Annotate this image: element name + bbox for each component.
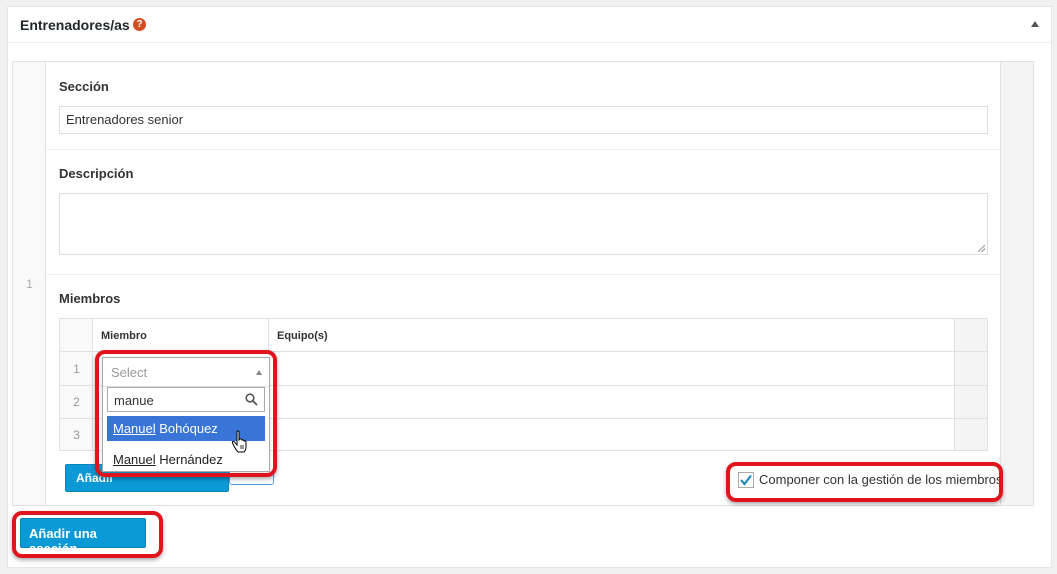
column-header-team: Equipo(s) <box>277 330 328 342</box>
table-row-number: 1 <box>73 362 80 376</box>
section-label: Sección <box>59 79 109 94</box>
table-row-number: 2 <box>73 395 80 409</box>
panel-title: Entrenadores/as <box>20 17 130 33</box>
question-circle-icon[interactable]: ? <box>133 18 146 31</box>
column-divider <box>268 319 269 352</box>
triangle-up-icon[interactable] <box>1031 21 1039 27</box>
divider <box>47 149 1001 150</box>
resize-grip-icon[interactable] <box>978 245 985 252</box>
section-input[interactable]: Entrenadores senior <box>59 106 988 134</box>
description-label: Descripción <box>59 166 134 181</box>
table-row-number: 3 <box>73 428 80 442</box>
highlight-dropdown <box>95 350 277 477</box>
column-header-member: Miembro <box>101 330 147 342</box>
divider <box>47 274 1001 275</box>
row-number: 1 <box>26 277 33 291</box>
description-textarea[interactable] <box>59 193 988 255</box>
members-label: Miembros <box>59 291 121 306</box>
highlight-checkbox <box>726 462 1003 502</box>
highlight-add-section <box>12 511 163 558</box>
row-actions-column[interactable] <box>1000 62 1033 505</box>
panel-header[interactable]: Entrenadores/as ? <box>8 7 1051 43</box>
table-header: Miembro Equipo(s) <box>60 319 987 352</box>
